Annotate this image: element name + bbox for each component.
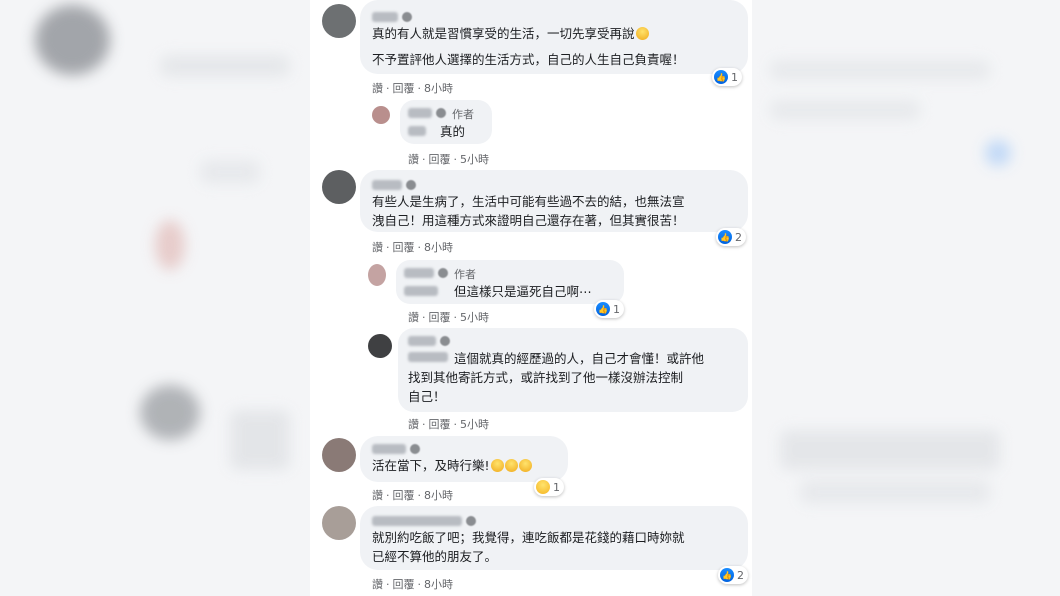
like-icon: 👍	[714, 70, 728, 84]
reply-button[interactable]: 回覆	[393, 80, 415, 96]
commenter-name[interactable]	[372, 444, 406, 454]
author-badge: 作者	[452, 108, 474, 121]
like-button[interactable]: 讚	[408, 309, 419, 325]
comment-bubble: 有些人是生病了，生活中可能有些過不去的結，也無法宣 洩自己！用這種方式來證明自己…	[360, 170, 748, 232]
reply-bubble: 作者 真的	[400, 100, 492, 144]
comment-actions: 讚 · 回覆 · 5小時	[408, 416, 489, 432]
grin-emoji-icon	[518, 459, 532, 472]
avatar[interactable]	[372, 106, 390, 124]
reply-button[interactable]: 回覆	[393, 239, 415, 255]
badge-icon	[402, 12, 412, 22]
commenter-name[interactable]	[372, 12, 398, 22]
avatar[interactable]	[368, 264, 386, 286]
like-icon: 👍	[718, 230, 732, 244]
like-button[interactable]: 讚	[408, 151, 419, 167]
like-button[interactable]: 讚	[372, 239, 383, 255]
badge-icon	[466, 516, 476, 526]
timestamp[interactable]: 8小時	[424, 576, 453, 592]
timestamp[interactable]: 8小時	[424, 239, 453, 255]
like-button[interactable]: 讚	[372, 576, 383, 592]
badge-icon	[410, 444, 420, 454]
badge-icon	[436, 108, 446, 118]
comment-text: 活在當下，及時行樂!	[372, 458, 490, 473]
reply-button[interactable]: 回覆	[429, 151, 451, 167]
comment-actions: 讚 · 回覆 · 5小時	[408, 151, 489, 167]
commenter-name[interactable]	[404, 268, 434, 278]
commenter-name[interactable]	[408, 108, 432, 118]
badge-icon	[440, 336, 450, 346]
reply-button[interactable]: 回覆	[393, 487, 415, 503]
reply-button[interactable]: 回覆	[429, 309, 451, 325]
avatar[interactable]	[322, 506, 356, 540]
bg-avatar-mid	[140, 385, 200, 440]
like-button[interactable]: 讚	[408, 416, 419, 432]
reaction-count[interactable]: 👍 2	[716, 228, 746, 246]
comment-text: 但這樣只是逼死自己啊⋯	[454, 284, 592, 299]
reply-button[interactable]: 回覆	[429, 416, 451, 432]
comment-bubble: 就別約吃飯了吧；我覺得，連吃飯都是花錢的藉口時妳就 已經不算他的朋友了。	[360, 506, 748, 570]
reply-bubble: 這個就真的經歷過的人，自己才會懂！或許他 找到其他寄託方式，或許找到了他一樣沒辦…	[398, 328, 748, 412]
commenter-name[interactable]	[408, 336, 436, 346]
reaction-count[interactable]: 👍 1	[712, 68, 742, 86]
timestamp[interactable]: 5小時	[460, 151, 489, 167]
avatar[interactable]	[322, 170, 356, 204]
like-button[interactable]: 讚	[372, 80, 383, 96]
timestamp[interactable]: 5小時	[460, 416, 489, 432]
author-badge: 作者	[454, 268, 476, 281]
comment-text: 有些人是生病了，生活中可能有些過不去的結，也無法宣 洩自己！用這種方式來證明自己…	[372, 194, 685, 228]
bg-like	[985, 140, 1011, 166]
comment-text: 就別約吃飯了吧；我覺得，連吃飯都是花錢的藉口時妳就 已經不算他的朋友了。	[372, 530, 685, 564]
comment-actions: 讚 · 回覆 · 8小時	[372, 80, 453, 96]
comment-text: 真的	[440, 124, 466, 139]
reaction-count[interactable]: 👍 1	[594, 300, 624, 318]
badge-icon	[438, 268, 448, 278]
comments-panel: 真的有人就是習慣享受的生活，一切先享受再說 不予置評他人選擇的生活方式，自己的人…	[310, 0, 752, 596]
like-button[interactable]: 讚	[372, 487, 383, 503]
comment-bubble: 活在當下，及時行樂!	[360, 436, 568, 482]
reaction-count[interactable]: 1	[534, 478, 564, 496]
comment-actions: 讚 · 回覆 · 5小時	[408, 309, 489, 325]
grin-emoji-icon	[504, 459, 518, 472]
badge-icon	[406, 180, 416, 190]
like-icon: 👍	[596, 302, 610, 316]
comment-text: 不予置評他人選擇的生活方式，自己的人生自己負責喔！	[372, 52, 685, 67]
commenter-name[interactable]	[372, 180, 402, 190]
bg-avatar-top	[35, 5, 110, 75]
comment-text: 真的有人就是習慣享受的生活，一切先享受再說	[372, 26, 635, 41]
commenter-name[interactable]	[372, 516, 462, 526]
smile-emoji-icon	[635, 27, 649, 40]
comment-actions: 讚 · 回覆 · 8小時	[372, 576, 453, 592]
timestamp[interactable]: 8小時	[424, 487, 453, 503]
grin-emoji-icon	[490, 459, 504, 472]
comment-actions: 讚 · 回覆 · 8小時	[372, 239, 453, 255]
avatar[interactable]	[322, 438, 356, 472]
comment-bubble: 真的有人就是習慣享受的生活，一切先享受再說 不予置評他人選擇的生活方式，自己的人…	[360, 0, 748, 74]
timestamp[interactable]: 8小時	[424, 80, 453, 96]
bg-avatar-red	[155, 220, 185, 270]
comment-actions: 讚 · 回覆 · 8小時	[372, 487, 453, 503]
timestamp[interactable]: 5小時	[460, 309, 489, 325]
avatar[interactable]	[368, 334, 392, 358]
haha-icon	[536, 480, 550, 494]
reply-button[interactable]: 回覆	[393, 576, 415, 592]
reply-bubble: 作者 但這樣只是逼死自己啊⋯	[396, 260, 624, 304]
reaction-count[interactable]: 👍 2	[718, 566, 748, 584]
comment-text: 這個就真的經歷過的人，自己才會懂！或許他 找到其他寄託方式，或許找到了他一樣沒辦…	[408, 351, 705, 404]
like-icon: 👍	[720, 568, 734, 582]
avatar[interactable]	[322, 4, 356, 38]
